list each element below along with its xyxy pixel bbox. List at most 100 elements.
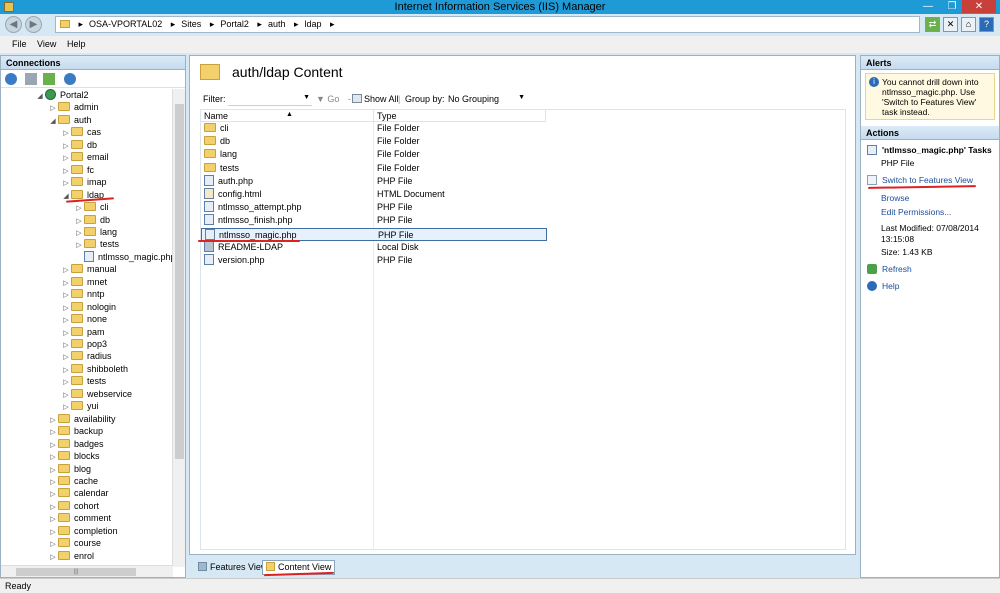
breadcrumb-portal2[interactable]: Portal2 — [220, 19, 249, 29]
edit-permissions-link[interactable]: Edit Permissions... — [881, 207, 951, 218]
tree-node[interactable]: ▷ availability — [48, 413, 116, 425]
menu-file[interactable]: File — [12, 39, 27, 49]
tree-node[interactable]: ▷ blog — [48, 463, 91, 475]
tree-node[interactable]: ▷ enrol — [48, 550, 94, 562]
collapse-icon[interactable]: ◢ — [48, 116, 58, 128]
tree-node[interactable]: ▷ lang — [74, 226, 117, 238]
stop-icon[interactable]: ✕ — [943, 17, 958, 32]
file-name: README-LDAP — [218, 241, 284, 252]
minimize-icon[interactable]: — — [918, 0, 938, 13]
table-row[interactable]: README-LDAP Local Disk — [201, 240, 547, 254]
up-icon[interactable] — [43, 73, 55, 85]
connect-globe-icon[interactable] — [5, 73, 17, 85]
tree-node[interactable]: ▷ db — [74, 214, 110, 226]
tree-node-label: imap — [87, 177, 107, 188]
tree-node[interactable]: ◢ Portal2 — [35, 89, 89, 101]
page-title-text: auth/ldap Content — [232, 64, 343, 80]
breadcrumb-server[interactable]: OSA-VPORTAL02 — [89, 19, 162, 29]
breadcrumb-sites[interactable]: Sites — [181, 19, 201, 29]
table-row[interactable]: ntlmsso_finish.php PHP File — [201, 214, 547, 227]
browse-link[interactable]: Browse — [881, 193, 909, 204]
tree-node[interactable]: ▷ tests — [61, 375, 106, 387]
tree-node[interactable]: ▷ completion — [48, 525, 118, 537]
tree-node[interactable]: ▷ pop3 — [61, 338, 107, 350]
tree-node[interactable]: ▷ yui — [61, 400, 99, 412]
tree-node[interactable]: ▷ none — [61, 313, 107, 325]
menu-help[interactable]: Help — [67, 39, 86, 49]
breadcrumb[interactable]: ▸ OSA-VPORTAL02 ▸ Sites ▸ Portal2 ▸ auth ▸ ld… — [55, 16, 920, 33]
close-icon[interactable]: ✕ — [962, 0, 996, 13]
table-row[interactable]: ntlmsso_magic.php PHP File — [201, 227, 547, 241]
tree-node[interactable]: ▷ tests — [74, 238, 119, 250]
folder-icon — [58, 475, 70, 485]
expand-icon[interactable]: ▷ — [48, 552, 58, 564]
connect-icon[interactable]: ⇄ — [925, 17, 940, 32]
tree-node[interactable]: ntlmsso_magic.php — [74, 250, 173, 263]
tree-node[interactable]: ▷ email — [61, 151, 109, 163]
group-by-select[interactable]: No Grouping ▼ — [448, 94, 528, 104]
save-icon[interactable] — [25, 73, 37, 85]
home-icon[interactable]: ⌂ — [961, 17, 976, 32]
filter-input[interactable]: ▼ — [228, 93, 312, 106]
column-header-type[interactable]: Type — [374, 110, 546, 122]
tree-node[interactable]: ▷ blocks — [48, 450, 100, 462]
tree-node[interactable]: ▷ pam — [61, 326, 105, 338]
back-button[interactable]: ◀ — [5, 16, 22, 33]
tree-node[interactable]: ▷ cache — [48, 475, 98, 487]
tree-node[interactable]: ▷ radius — [61, 350, 112, 362]
table-row[interactable]: auth.php PHP File — [201, 174, 547, 188]
tab-features-view[interactable]: Features View — [194, 560, 271, 575]
folder-icon — [84, 214, 96, 224]
tree-node[interactable]: ▷ admin — [48, 101, 99, 113]
tree-node[interactable]: ▷ cli — [74, 201, 109, 213]
table-row[interactable]: version.php PHP File — [201, 254, 547, 267]
table-row[interactable]: db File Folder — [201, 135, 547, 148]
tree-node[interactable]: ▷ calendar — [48, 487, 109, 499]
tree-horizontal-scrollbar[interactable]: ||| — [1, 565, 173, 577]
menu-view[interactable]: View — [37, 39, 56, 49]
php-file-icon — [204, 201, 214, 213]
file-type: File Folder — [377, 123, 420, 133]
tree-node[interactable]: ▷ mnet — [61, 276, 107, 288]
tree-node[interactable]: ▷ webservice — [61, 388, 132, 400]
refresh-link[interactable]: Refresh — [867, 264, 912, 275]
switch-to-features-view-link[interactable]: Switch to Features View — [867, 175, 973, 186]
tree-node[interactable]: ▷ cohort — [48, 500, 99, 512]
breadcrumb-auth[interactable]: auth — [268, 19, 286, 29]
php-file-icon — [204, 214, 214, 226]
tree-node[interactable]: ▷ fc — [61, 164, 94, 176]
tree-node[interactable]: ▷ badges — [48, 438, 104, 450]
tree-node[interactable]: ▷ db — [61, 139, 97, 151]
table-row[interactable]: tests File Folder — [201, 162, 547, 175]
breadcrumb-ldap[interactable]: ldap — [305, 19, 322, 29]
file-type: File Folder — [377, 136, 420, 147]
forward-button[interactable]: ▶ — [25, 16, 42, 33]
tree-node[interactable]: ▷ nntp — [61, 288, 105, 300]
tree-node[interactable]: ▷ shibboleth — [61, 363, 128, 375]
connections-panel: Connections ◢ Portal2 ▷ admin ◢ auth ▷ cas ▷ db ▷ e… — [0, 55, 186, 578]
tree-vertical-scrollbar[interactable] — [172, 89, 185, 567]
go-dropdown-icon[interactable]: - — [348, 94, 351, 104]
show-all-button[interactable]: Show All — [352, 94, 399, 104]
tree-node[interactable]: ▷ imap — [61, 176, 107, 188]
tree-node[interactable]: ▷ manual — [61, 263, 117, 275]
folder-icon — [58, 500, 70, 510]
maximize-icon[interactable]: ❐ — [942, 0, 962, 13]
table-row[interactable]: ntlmsso_attempt.php PHP File — [201, 201, 547, 214]
go-button[interactable]: ▼ Go — [316, 94, 339, 104]
column-header-name[interactable]: Name ▲ — [201, 110, 374, 122]
tree-node[interactable]: ▷ backup — [48, 425, 103, 437]
collapse-icon[interactable]: ◢ — [35, 91, 45, 103]
help-link[interactable]: Help — [867, 281, 899, 292]
table-row[interactable]: config.html HTML Document — [201, 188, 547, 201]
disconnect-icon[interactable] — [64, 73, 76, 85]
tree-node[interactable]: ▷ course — [48, 537, 101, 549]
tree-node[interactable]: ▷ nologin — [61, 301, 116, 313]
tree-node[interactable]: ◢ auth — [48, 114, 92, 126]
table-row[interactable]: cli File Folder — [201, 122, 547, 135]
table-row[interactable]: lang File Folder — [201, 148, 547, 161]
tree-node[interactable]: ▷ cas — [61, 126, 101, 138]
tree-node-label: radius — [87, 351, 112, 362]
help-icon[interactable]: ? — [979, 17, 994, 32]
tree-node[interactable]: ▷ comment — [48, 512, 111, 524]
